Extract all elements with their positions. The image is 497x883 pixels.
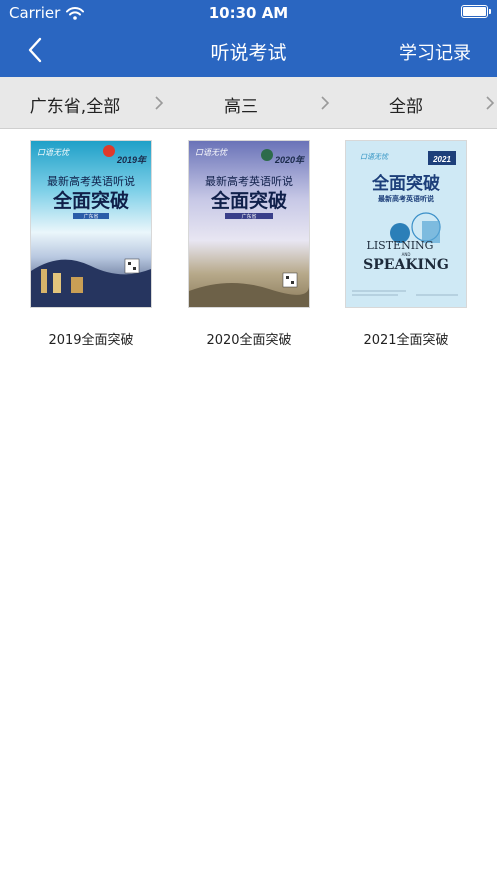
cover-en1: LISTENING: [367, 239, 434, 252]
book-cover-image: 口语无忧 2020年 最新高考英语听说 全面突破 广东省: [189, 141, 309, 307]
cover-region: 广东省: [83, 213, 98, 220]
filter-region-label: 广东省,全部: [29, 97, 121, 117]
book-cover-image: 口语无忧 2021 全面突破 最新高考英语听说 LISTENING AND SP…: [346, 141, 466, 307]
filter-bar: 广东省,全部 高三 全部: [0, 77, 497, 129]
study-record-button[interactable]: 学习记录: [399, 39, 471, 65]
cover-line1: 全面突破: [371, 173, 440, 194]
book-title: 2019全面突破: [48, 333, 134, 348]
chevron-right-icon: [486, 96, 495, 110]
book-title: 2020全面突破: [206, 333, 292, 348]
cover-line2: 全面突破: [210, 189, 287, 212]
book-title: 2021全面突破: [363, 333, 449, 348]
filter-type-label: 全部: [389, 97, 423, 117]
battery-icon: [461, 5, 491, 18]
book-item[interactable]: 口语无忧 2021 全面突破 最新高考英语听说 LISTENING AND SP…: [344, 141, 468, 348]
cover-en2: SPEAKING: [363, 257, 449, 273]
cover-brand: 口语无忧: [360, 153, 389, 161]
cover-year: 2020年: [274, 155, 306, 165]
status-bar: Carrier 10:30 AM: [0, 0, 497, 26]
app-header: Carrier 10:30 AM 听说考试 学习记录: [0, 0, 497, 77]
chevron-right-icon: [155, 96, 164, 110]
chevron-left-icon: [28, 37, 42, 63]
filter-region[interactable]: 广东省,全部: [0, 77, 165, 129]
cover-line2: 最新高考英语听说: [378, 194, 434, 203]
book-cover-image: 口语无忧 2019年 最新高考英语听说 全面突破 广东省: [31, 141, 151, 307]
cover-line1: 最新高考英语听说: [47, 174, 135, 188]
cover-brand: 口语无忧: [195, 148, 228, 157]
chevron-right-icon: [321, 96, 330, 110]
cover-brand: 口语无忧: [37, 148, 70, 157]
cover-region: 广东省: [241, 213, 256, 220]
cover-year: 2021: [432, 155, 451, 164]
status-time: 10:30 AM: [208, 4, 289, 22]
book-item[interactable]: 口语无忧 2020年 最新高考英语听说 全面突破 广东省 2020全面突破: [187, 141, 311, 348]
cover-year: 2019年: [116, 155, 148, 165]
back-button[interactable]: [22, 36, 52, 66]
book-item[interactable]: 口语无忧 2019年 最新高考英语听说 全面突破 广东省 2019全面突破: [29, 141, 153, 348]
navigation-bar: 听说考试 学习记录: [0, 26, 497, 77]
cover-line2: 全面突破: [52, 189, 129, 212]
filter-grade-label: 高三: [224, 97, 258, 117]
cover-line1: 最新高考英语听说: [205, 174, 293, 188]
filter-grade[interactable]: 高三: [166, 77, 331, 129]
filter-type[interactable]: 全部: [331, 77, 496, 129]
